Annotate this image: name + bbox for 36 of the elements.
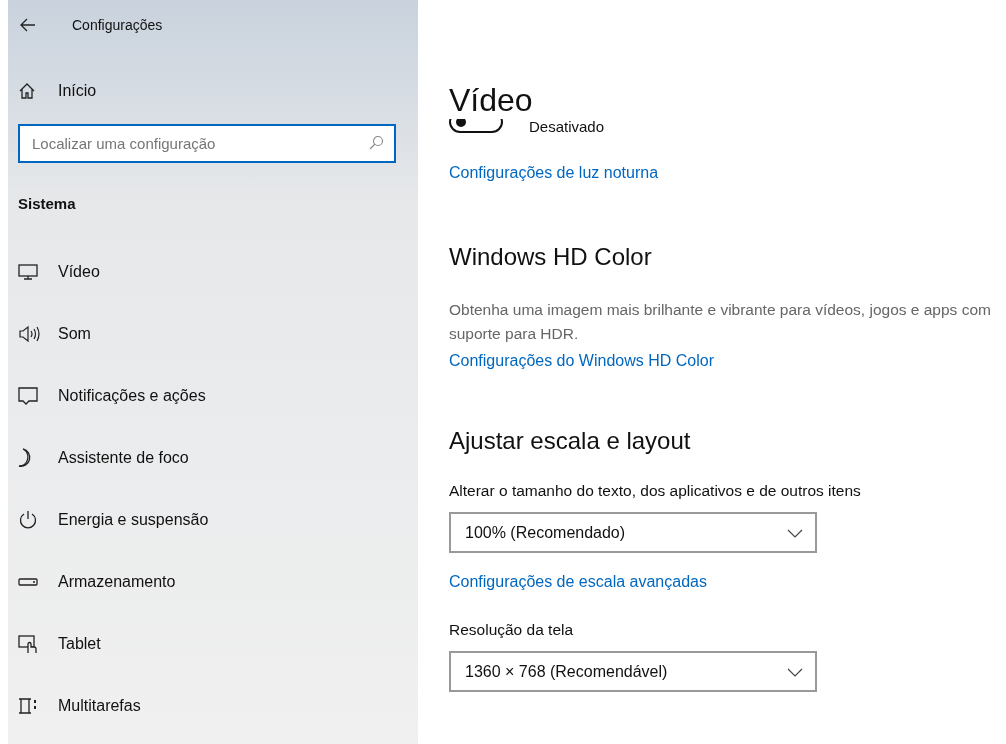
speech-bubble-icon <box>18 386 38 406</box>
scale-dropdown[interactable]: 100% (Recomendado) <box>449 512 817 553</box>
sidebar-item[interactable]: Multitarefas <box>18 694 147 718</box>
power-icon <box>18 510 38 530</box>
section-heading: Sistema <box>18 195 76 212</box>
section-heading: Ajustar escala e layout <box>449 426 691 456</box>
search-icon <box>368 135 384 151</box>
sidebar-item[interactable]: Tablet <box>18 632 107 656</box>
home-icon <box>18 82 36 100</box>
chevron-down-icon <box>787 666 803 677</box>
hd-color-link[interactable]: Configurações do Windows HD Color <box>449 352 714 370</box>
resolution-dropdown[interactable]: 1360 × 768 (Recomendável) <box>449 651 817 692</box>
drive-icon <box>18 577 38 587</box>
multitask-icon <box>18 697 38 715</box>
sidebar-item[interactable]: Som <box>18 322 97 346</box>
sidebar-item[interactable]: Assistente de foco <box>18 446 195 470</box>
field-label: Resolução da tela <box>449 621 574 639</box>
sidebar-item[interactable]: Energia e suspensão <box>18 508 215 532</box>
chevron-down-icon <box>787 527 803 538</box>
speaker-icon <box>18 325 40 343</box>
field-label: Alterar o tamanho do texto, dos aplicativos e de outros itens <box>449 482 861 500</box>
home-link[interactable]: Início <box>18 76 97 106</box>
advanced-scale-link[interactable]: Configurações de escala avançadas <box>449 573 707 591</box>
monitor-icon <box>18 263 38 281</box>
sidebar-item[interactable]: Notificações e ações <box>18 384 212 408</box>
sidebar-item[interactable]: Vídeo <box>18 260 106 284</box>
tablet-touch-icon <box>18 634 38 654</box>
night-light-link[interactable]: Configurações de luz noturna <box>449 164 659 182</box>
search-field[interactable]: Localizar uma configuração <box>18 124 396 163</box>
section-heading: Windows HD Color <box>449 242 652 272</box>
window-title: Configurações <box>72 17 163 33</box>
description: Obtenha uma imagem mais brilhante e vibrante para vídeos, jogos e apps com suporte para HDR. <box>449 300 992 344</box>
sidebar-item[interactable]: Armazenamento <box>18 570 182 594</box>
toggle-state: Desativado <box>529 117 605 135</box>
back-arrow-icon[interactable] <box>20 18 36 32</box>
page-title: Vídeo <box>449 81 533 120</box>
